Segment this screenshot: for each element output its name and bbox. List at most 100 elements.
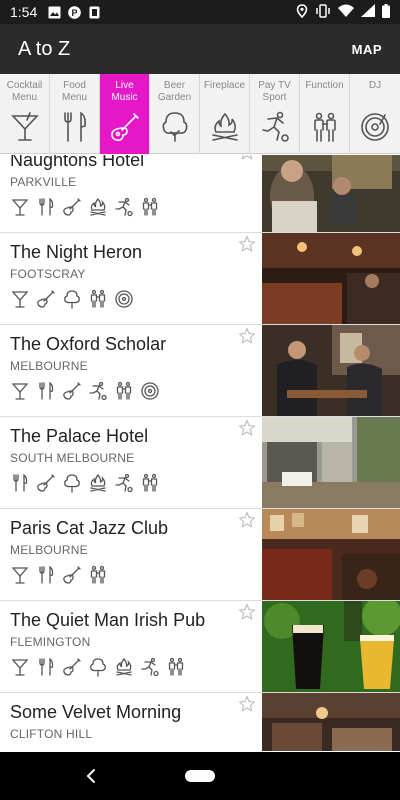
venue-suburb: SOUTH MELBOURNE (10, 451, 135, 465)
guitar-icon (36, 289, 56, 309)
tree-icon (62, 289, 82, 309)
venue-photo (262, 601, 400, 692)
people-icon (88, 565, 108, 585)
venue-photo (262, 693, 400, 751)
venue-suburb: FOOTSCRAY (10, 267, 86, 281)
vinyl-icon (361, 113, 389, 141)
signal-icon (361, 4, 375, 20)
filter-label: Live Music (111, 80, 138, 103)
filter-bar: Cocktail Menu Food Menu Live Music Beer … (0, 74, 400, 154)
list-item[interactable]: The Quiet Man Irish Pub FLEMINGTON (0, 601, 400, 693)
amenity-icons (10, 289, 262, 309)
people-icon (313, 112, 336, 142)
filter-label: Beer Garden (157, 80, 192, 103)
vinyl-icon (114, 289, 134, 309)
soccer-player-icon (88, 381, 108, 401)
fire-icon (114, 657, 134, 677)
cocktail-icon (10, 381, 30, 401)
venue-photo (262, 155, 400, 232)
fork-knife-icon (10, 473, 30, 493)
amenity-icons (10, 565, 262, 585)
cocktail-icon (10, 565, 30, 585)
favorite-star-icon[interactable] (238, 603, 256, 621)
vinyl-icon (140, 381, 160, 401)
venue-suburb: MELBOURNE (10, 359, 88, 373)
venue-photo (262, 233, 400, 324)
favorite-star-icon[interactable] (238, 327, 256, 345)
venue-name: Paris Cat Jazz Club (10, 518, 169, 538)
favorite-star-icon[interactable] (238, 695, 256, 713)
filter-food-menu[interactable]: Food Menu (50, 74, 100, 154)
list-item[interactable]: Paris Cat Jazz Club MELBOURNE (0, 509, 400, 601)
soccer-player-icon (261, 111, 289, 142)
venue-photo (262, 417, 400, 508)
favorite-star-icon[interactable] (238, 235, 256, 253)
favorite-star-icon[interactable] (238, 419, 256, 437)
list-item[interactable]: The Night Heron FOOTSCRAY (0, 233, 400, 325)
filter-label: Function (305, 80, 344, 91)
people-icon (88, 289, 108, 309)
map-button[interactable]: MAP (352, 42, 382, 57)
amenity-icons (10, 473, 262, 493)
page-title: A to Z (18, 37, 71, 60)
venue-photo (262, 509, 400, 600)
list-item[interactable]: Naughtons Hotel PARKVILLE (0, 155, 400, 233)
filter-cocktail-menu[interactable]: Cocktail Menu (0, 74, 50, 154)
venue-name: The Palace Hotel (10, 426, 149, 446)
filter-fireplace[interactable]: Fireplace (200, 74, 250, 154)
venue-name: The Quiet Man Irish Pub (10, 610, 206, 630)
status-bar: 1:54 P (0, 0, 400, 24)
filter-dj[interactable]: DJ (350, 74, 400, 154)
image-notification-icon (47, 5, 61, 19)
app-notification-icon (87, 5, 101, 19)
wifi-icon (338, 4, 354, 20)
filter-beer-garden[interactable]: Beer Garden (150, 74, 200, 154)
fork-knife-icon (36, 197, 56, 217)
tree-icon (62, 473, 82, 493)
tree-icon (88, 657, 108, 677)
fork-knife-icon (36, 381, 56, 401)
venue-photo (262, 325, 400, 416)
people-icon (114, 381, 134, 401)
amenity-icons (10, 381, 262, 401)
venue-name: The Night Heron (10, 242, 143, 262)
list-item[interactable]: Some Velvet Morning CLIFTON HILL (0, 693, 400, 751)
filter-label: Cocktail Menu (6, 80, 43, 103)
fork-knife-icon (36, 565, 56, 585)
soccer-player-icon (140, 657, 160, 677)
cocktail-icon (10, 657, 30, 677)
venue-suburb: PARKVILLE (10, 175, 77, 189)
back-icon[interactable] (80, 764, 104, 788)
filter-label: Food Menu (61, 80, 87, 103)
guitar-icon (36, 473, 56, 493)
venue-suburb: CLIFTON HILL (10, 727, 93, 741)
venue-list[interactable]: Naughtons Hotel PARKVILLE The Night Hero… (0, 155, 400, 751)
tree-icon (162, 112, 187, 142)
app-bar: A to Z MAP (0, 24, 400, 74)
favorite-star-icon[interactable] (238, 511, 256, 529)
filter-function[interactable]: Function (300, 74, 350, 154)
soccer-player-icon (114, 197, 134, 217)
list-item[interactable]: The Palace Hotel SOUTH MELBOURNE (0, 417, 400, 509)
people-icon (140, 473, 160, 493)
status-time: 1:54 (10, 4, 38, 20)
fire-icon (88, 197, 108, 217)
svg-text:P: P (71, 8, 77, 18)
guitar-icon (62, 565, 82, 585)
filter-live-music[interactable]: Live Music (100, 74, 150, 154)
favorite-star-icon[interactable] (238, 155, 256, 161)
battery-icon (382, 3, 390, 21)
venue-name: Naughtons Hotel (10, 155, 145, 170)
filter-label: DJ (368, 80, 382, 91)
location-icon (296, 3, 308, 21)
guitar-icon (62, 381, 82, 401)
guitar-icon (62, 197, 82, 217)
filter-label: Pay TV Sport (258, 80, 291, 103)
system-nav-bar (0, 752, 400, 800)
list-item[interactable]: The Oxford Scholar MELBOURNE (0, 325, 400, 417)
home-button[interactable] (185, 770, 215, 782)
amenity-icons (10, 197, 262, 217)
filter-pay-tv-sport[interactable]: Pay TV Sport (250, 74, 300, 154)
cocktail-icon (10, 197, 30, 217)
guitar-icon (62, 657, 82, 677)
